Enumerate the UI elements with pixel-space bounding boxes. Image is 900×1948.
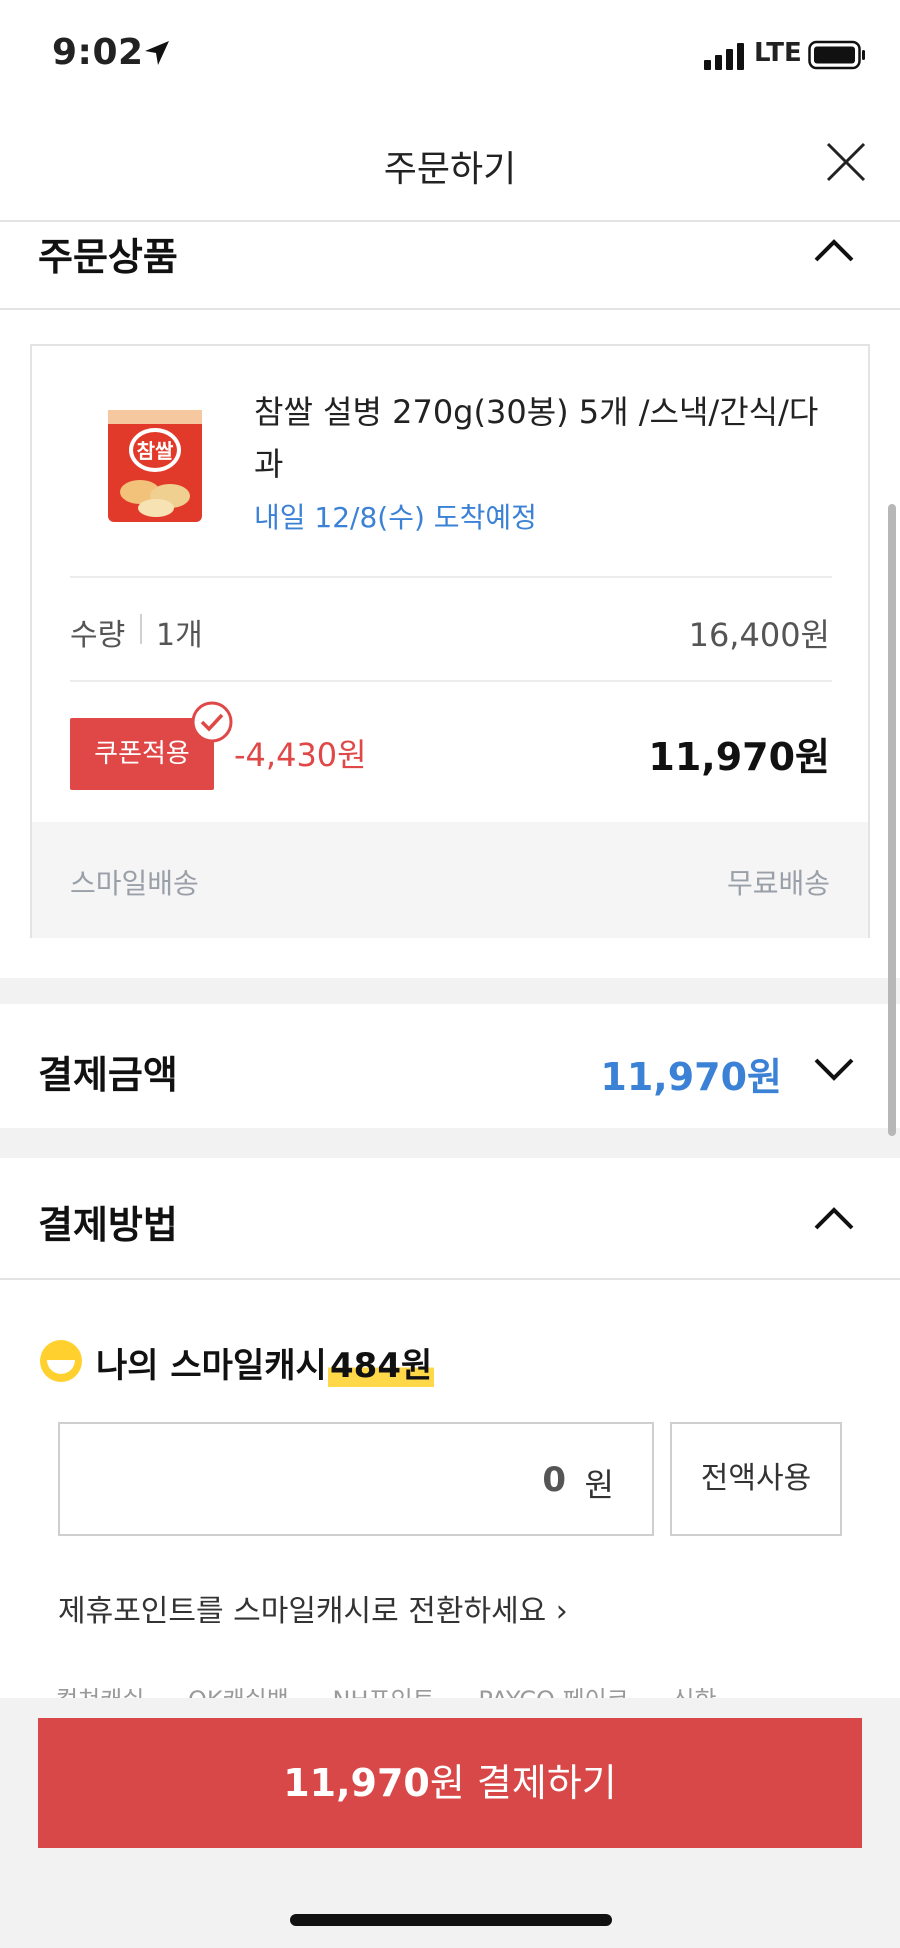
smile-cash-label: 나의 스마일캐시 <box>96 1346 327 1386</box>
order-items-header[interactable]: 주문상품 <box>0 224 900 310</box>
product-name[interactable]: 참쌀 설병 270g(30봉) 5개 /스낵/간식/다과 <box>254 386 844 490</box>
pay-button[interactable]: 11,970원 결제하기 <box>38 1718 862 1848</box>
currency-unit: 원 <box>584 1466 614 1504</box>
smile-cash-input-box[interactable]: 원 <box>58 1422 654 1536</box>
section-separator <box>0 1128 900 1158</box>
divider <box>70 680 832 682</box>
smile-cash-icon <box>40 1340 82 1382</box>
divider <box>70 576 832 578</box>
chevron-up-icon[interactable] <box>812 236 856 266</box>
carrier-label: LTE <box>754 38 802 68</box>
smile-cash-input[interactable] <box>266 1460 566 1500</box>
shipping-method: 스마일배송 <box>70 867 199 900</box>
shipping-row: 스마일배송 무료배송 <box>32 822 868 938</box>
home-indicator <box>290 1914 612 1926</box>
battery-icon <box>808 40 865 70</box>
quantity-label: 수량 <box>70 618 126 653</box>
payment-method-header[interactable]: 결제방법 <box>0 1158 900 1280</box>
pay-button-label: 원 결제하기 <box>429 1761 617 1805</box>
chevron-up-icon[interactable] <box>812 1204 856 1234</box>
coupon-discount: -4,430원 <box>234 736 367 774</box>
section-separator <box>0 978 900 1004</box>
smile-cash-balance: 484원 <box>328 1338 435 1387</box>
status-bar: 9:02 LTE <box>0 0 900 110</box>
location-arrow-icon <box>145 41 169 65</box>
order-items-title: 주문상품 <box>38 235 178 279</box>
divider <box>140 614 142 644</box>
header: 주문하기 <box>0 110 900 222</box>
convert-points-link[interactable]: 제휴포인트를 스마일캐시로 전환하세요 › <box>58 1586 568 1630</box>
scrollbar[interactable] <box>888 504 896 1136</box>
shipping-fee: 무료배송 <box>726 867 830 900</box>
item-price: 16,400원 <box>688 616 830 654</box>
page-title: 주문하기 <box>383 149 517 190</box>
svg-text:참쌀: 참쌀 <box>137 439 174 463</box>
final-price: 11,970원 <box>648 735 830 779</box>
payment-method-title: 결제방법 <box>38 1203 178 1247</box>
product-thumbnail: 참쌀 <box>108 410 202 522</box>
chevron-down-icon[interactable] <box>812 1054 856 1084</box>
quantity-value: 1개 <box>156 618 203 653</box>
pay-button-amount: 11,970 <box>283 1761 430 1805</box>
signal-icon <box>704 43 744 70</box>
close-icon[interactable] <box>824 140 868 184</box>
product-card: 참쌀 참쌀 설병 270g(30봉) 5개 /스낵/간식/다과 내일 12/8(… <box>30 344 870 938</box>
check-circle-icon <box>191 701 233 743</box>
use-all-button[interactable]: 전액사용 <box>670 1422 842 1536</box>
status-time: 9:02 <box>52 32 144 73</box>
payment-amount-title: 결제금액 <box>38 1053 178 1097</box>
payment-amount-value: 11,970원 <box>600 1055 782 1099</box>
delivery-eta: 내일 12/8(수) 도착예정 <box>254 501 537 534</box>
